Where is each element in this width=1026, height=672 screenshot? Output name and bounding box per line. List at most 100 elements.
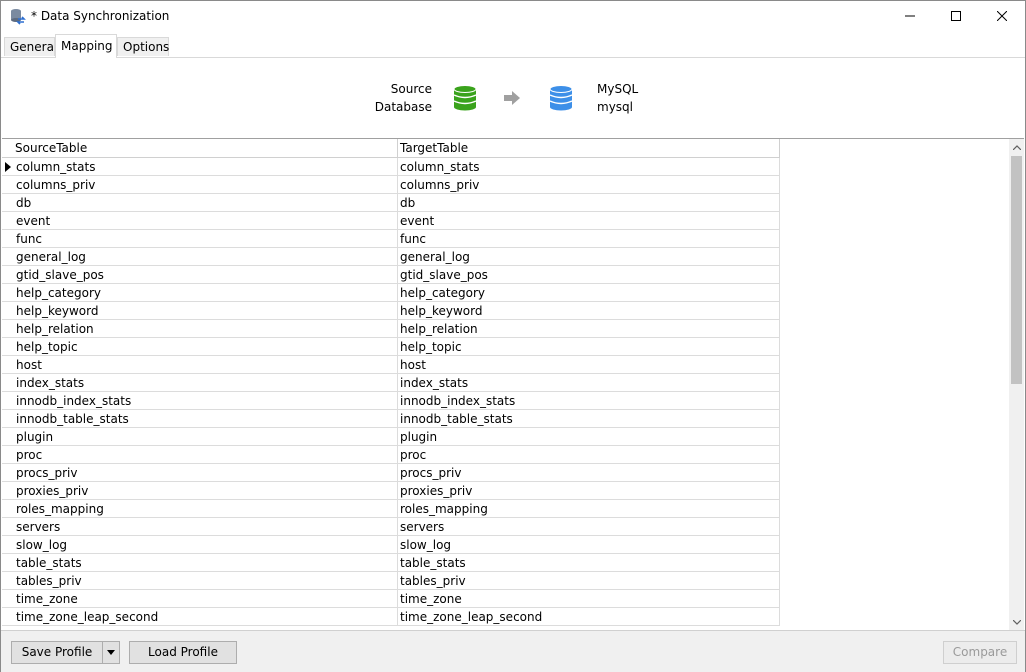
- mapping-grid[interactable]: SourceTable TargetTable column_stats colu…: [2, 138, 1024, 631]
- target-table-cell[interactable]: innodb_table_stats: [398, 410, 780, 428]
- compare-button[interactable]: Compare: [943, 641, 1017, 664]
- target-table-cell[interactable]: gtid_slave_pos: [398, 266, 780, 284]
- table-row[interactable]: tables_priv tables_priv: [2, 572, 780, 590]
- tab-options[interactable]: Options: [117, 37, 169, 56]
- table-row[interactable]: host host: [2, 356, 780, 374]
- source-table-cell[interactable]: column_stats: [2, 158, 398, 176]
- source-table-cell[interactable]: innodb_table_stats: [2, 410, 398, 428]
- source-table-cell[interactable]: proxies_priv: [2, 482, 398, 500]
- source-table-cell[interactable]: tables_priv: [2, 572, 398, 590]
- table-row[interactable]: proc proc: [2, 446, 780, 464]
- column-header-target[interactable]: TargetTable: [398, 139, 780, 158]
- source-table-cell[interactable]: innodb_index_stats: [2, 392, 398, 410]
- target-table-cell[interactable]: time_zone: [398, 590, 780, 608]
- source-table-cell[interactable]: servers: [2, 518, 398, 536]
- source-table-cell[interactable]: roles_mapping: [2, 500, 398, 518]
- table-row[interactable]: proxies_priv proxies_priv: [2, 482, 780, 500]
- source-table-cell[interactable]: event: [2, 212, 398, 230]
- target-table-cell[interactable]: plugin: [398, 428, 780, 446]
- source-table-cell[interactable]: slow_log: [2, 536, 398, 554]
- source-table-cell[interactable]: time_zone_leap_second: [2, 608, 398, 626]
- table-row[interactable]: general_log general_log: [2, 248, 780, 266]
- table-row[interactable]: column_stats column_stats: [2, 158, 780, 176]
- table-row[interactable]: columns_priv columns_priv: [2, 176, 780, 194]
- table-row[interactable]: help_keyword help_keyword: [2, 302, 780, 320]
- minimize-button[interactable]: [887, 1, 933, 31]
- vertical-scrollbar[interactable]: [1009, 139, 1024, 630]
- table-row[interactable]: db db: [2, 194, 780, 212]
- target-table-cell[interactable]: help_topic: [398, 338, 780, 356]
- target-table-cell[interactable]: proc: [398, 446, 780, 464]
- table-row[interactable]: time_zone_leap_second time_zone_leap_seco…: [2, 608, 780, 626]
- maximize-button[interactable]: [933, 1, 979, 31]
- scroll-down-button[interactable]: [1009, 614, 1024, 630]
- table-row[interactable]: roles_mapping roles_mapping: [2, 500, 780, 518]
- target-table-cell[interactable]: help_category: [398, 284, 780, 302]
- target-table-cell[interactable]: event: [398, 212, 780, 230]
- table-row[interactable]: help_category help_category: [2, 284, 780, 302]
- source-label-line1: Source: [390, 82, 432, 96]
- tab-mapping[interactable]: Mapping: [55, 34, 117, 58]
- table-row[interactable]: help_topic help_topic: [2, 338, 780, 356]
- maximize-icon: [951, 11, 961, 21]
- source-table-cell[interactable]: db: [2, 194, 398, 212]
- target-table-cell[interactable]: func: [398, 230, 780, 248]
- column-header-source[interactable]: SourceTable: [2, 139, 398, 158]
- table-row[interactable]: help_relation help_relation: [2, 320, 780, 338]
- source-table-cell[interactable]: table_stats: [2, 554, 398, 572]
- target-table-cell[interactable]: help_keyword: [398, 302, 780, 320]
- table-row[interactable]: index_stats index_stats: [2, 374, 780, 392]
- source-table-cell[interactable]: general_log: [2, 248, 398, 266]
- source-table-cell[interactable]: func: [2, 230, 398, 248]
- load-profile-button[interactable]: Load Profile: [129, 641, 237, 664]
- source-table-cell[interactable]: help_relation: [2, 320, 398, 338]
- source-table-cell[interactable]: host: [2, 356, 398, 374]
- source-table-cell[interactable]: plugin: [2, 428, 398, 446]
- table-row[interactable]: innodb_index_stats innodb_index_stats: [2, 392, 780, 410]
- save-profile-dropdown[interactable]: [102, 641, 120, 664]
- source-table-cell[interactable]: columns_priv: [2, 176, 398, 194]
- save-profile-button[interactable]: Save Profile: [11, 641, 103, 664]
- target-table-cell[interactable]: column_stats: [398, 158, 780, 176]
- target-table-cell[interactable]: columns_priv: [398, 176, 780, 194]
- target-table-cell[interactable]: index_stats: [398, 374, 780, 392]
- scroll-up-button[interactable]: [1009, 139, 1024, 155]
- chevron-up-icon: [1012, 144, 1021, 150]
- target-table-cell[interactable]: servers: [398, 518, 780, 536]
- table-row[interactable]: func func: [2, 230, 780, 248]
- source-table-cell[interactable]: help_topic: [2, 338, 398, 356]
- target-table-cell[interactable]: tables_priv: [398, 572, 780, 590]
- target-table-cell[interactable]: innodb_index_stats: [398, 392, 780, 410]
- table-row[interactable]: procs_priv procs_priv: [2, 464, 780, 482]
- table-row[interactable]: servers servers: [2, 518, 780, 536]
- source-table-cell[interactable]: help_keyword: [2, 302, 398, 320]
- target-table-cell[interactable]: general_log: [398, 248, 780, 266]
- source-table-cell[interactable]: help_category: [2, 284, 398, 302]
- table-row[interactable]: innodb_table_stats innodb_table_stats: [2, 410, 780, 428]
- source-table-cell[interactable]: gtid_slave_pos: [2, 266, 398, 284]
- table-row[interactable]: slow_log slow_log: [2, 536, 780, 554]
- target-table-cell[interactable]: host: [398, 356, 780, 374]
- table-row[interactable]: table_stats table_stats: [2, 554, 780, 572]
- source-table-cell[interactable]: procs_priv: [2, 464, 398, 482]
- target-table-cell[interactable]: procs_priv: [398, 464, 780, 482]
- close-button[interactable]: [979, 1, 1025, 31]
- source-table-cell[interactable]: proc: [2, 446, 398, 464]
- source-table-cell[interactable]: time_zone: [2, 590, 398, 608]
- table-row[interactable]: gtid_slave_pos gtid_slave_pos: [2, 266, 780, 284]
- target-table-cell[interactable]: roles_mapping: [398, 500, 780, 518]
- target-table-cell[interactable]: help_relation: [398, 320, 780, 338]
- tab-general[interactable]: General: [4, 37, 57, 56]
- caret-down-icon: [107, 650, 115, 655]
- target-table-cell[interactable]: table_stats: [398, 554, 780, 572]
- target-table-cell[interactable]: time_zone_leap_second: [398, 608, 780, 626]
- source-table-cell[interactable]: index_stats: [2, 374, 398, 392]
- target-table-cell[interactable]: proxies_priv: [398, 482, 780, 500]
- table-row[interactable]: time_zone time_zone: [2, 590, 780, 608]
- target-table-cell[interactable]: db: [398, 194, 780, 212]
- scrollbar-thumb[interactable]: [1011, 156, 1022, 384]
- target-table-cell[interactable]: slow_log: [398, 536, 780, 554]
- grid-header: SourceTable TargetTable: [2, 139, 780, 158]
- table-row[interactable]: event event: [2, 212, 780, 230]
- table-row[interactable]: plugin plugin: [2, 428, 780, 446]
